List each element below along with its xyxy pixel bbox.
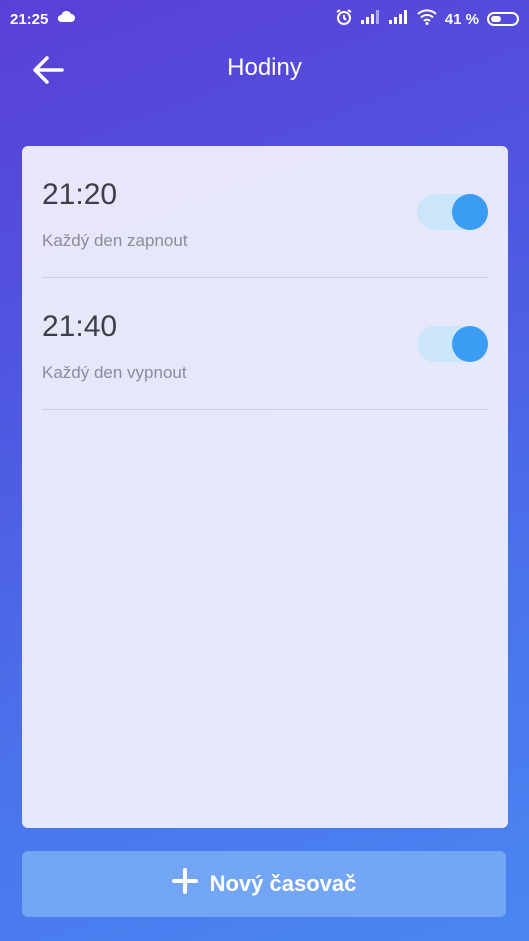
toggle-knob [452, 194, 488, 230]
battery-icon [487, 12, 519, 26]
cloud-icon [56, 10, 76, 28]
timer-item[interactable]: 21:20 Každý den zapnout [42, 146, 488, 278]
plus-icon [171, 868, 198, 900]
battery-level-fill [491, 16, 501, 22]
new-timer-button[interactable]: Nový časovač [22, 851, 506, 917]
timer-item[interactable]: 21:40 Každý den vypnout [42, 278, 488, 410]
status-time: 21:25 [10, 10, 49, 28]
timer-time: 21:20 [42, 178, 118, 211]
wifi-icon [417, 9, 437, 29]
new-timer-label: Nový časovač [209, 871, 357, 896]
status-bar: 21:25 41 % [0, 0, 529, 38]
timer-time: 21:40 [42, 310, 118, 343]
timer-toggle[interactable] [417, 194, 488, 230]
timer-description: Každý den vypnout [42, 363, 187, 382]
signal-icon [388, 10, 409, 28]
signal-icon [360, 10, 381, 28]
timer-toggle[interactable] [417, 326, 488, 362]
timer-description: Každý den zapnout [42, 231, 188, 250]
alarm-icon [335, 8, 353, 30]
header: Hodiny [0, 38, 529, 100]
page-title: Hodiny [227, 54, 302, 81]
timer-list-card: 21:20 Každý den zapnout 21:40 Každý den … [22, 146, 508, 828]
status-right: 41 % [335, 8, 519, 30]
status-left: 21:25 [10, 10, 76, 28]
toggle-knob [452, 326, 488, 362]
battery-text: 41 % [444, 10, 479, 28]
